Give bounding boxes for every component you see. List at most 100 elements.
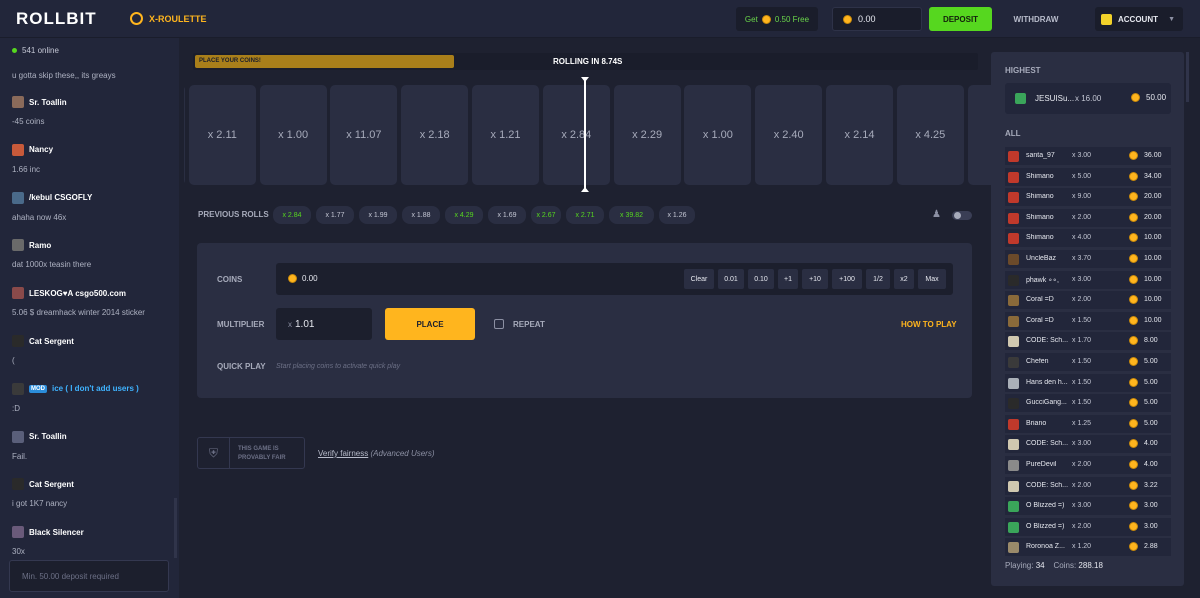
bet-row: Shimano x 2.00 20.00 [1005, 208, 1171, 227]
deposit-button[interactable]: DEPOSIT [929, 7, 992, 31]
bet-row: santa_97 x 3.00 36.00 [1005, 147, 1171, 165]
chat-username[interactable]: Cat Sergent [29, 480, 74, 489]
coin-icon [1129, 418, 1138, 428]
coin-icon [1129, 171, 1138, 181]
fair-line-1: THIS GAME IS [238, 446, 279, 452]
bet-mult: x 3.00 [1072, 152, 1092, 159]
chat-username[interactable]: Black Silencer [29, 528, 84, 537]
bets-scrollbar[interactable] [1186, 52, 1189, 102]
chat-message-text: 1.66 inc [12, 164, 41, 174]
bet-row: Shimano x 9.00 20.00 [1005, 188, 1171, 207]
chat-username[interactable]: Nancy [29, 145, 53, 154]
coin-icon [1129, 357, 1138, 366]
chat-username[interactable]: Ramo [29, 241, 51, 250]
quick-amount-button[interactable]: 1/2 [866, 269, 890, 289]
quick-amount-button[interactable]: +1 [778, 269, 798, 289]
bets-footer: Playing: 34 Coins: 288.18 [1005, 561, 1103, 570]
bet-coins: 4.00 [1129, 460, 1158, 469]
coins-input[interactable]: 0.00 Clear 0.01 0.10 +1 +10 +100 1/2 x2 Max [276, 263, 953, 295]
total-coins: 288.18 [1078, 561, 1103, 570]
highest-label: HIGHEST [1005, 66, 1041, 75]
free-coins-button[interactable]: Get 0.50 Free [736, 7, 818, 31]
bet-coins: 5.00 [1129, 377, 1158, 387]
bet-mult: x 4.00 [1072, 234, 1092, 242]
previous-roll-chip: x 1.99 [359, 206, 397, 224]
bet-row: Coral =D x 2.00 10.00 [1005, 291, 1171, 310]
bet-coins-value: 5.00 [1144, 378, 1158, 386]
multiplier-prefix: x [288, 319, 292, 329]
avatar [1008, 274, 1019, 286]
verify-fairness-link[interactable]: Verify fairness [318, 449, 368, 458]
roll-tile: x 2.40 [755, 85, 823, 185]
quick-amount-button[interactable]: x2 [894, 269, 914, 289]
bet-user: Roronoa Z... [1026, 543, 1065, 551]
chat-message-text: 5.06 $ dreamhack winter 2014 sticker [12, 308, 145, 318]
repeat-checkbox[interactable] [494, 319, 504, 329]
chevron-down-icon: ▼ [1168, 15, 1175, 23]
game-title: X-ROULETTE [149, 13, 207, 24]
bet-coins-value: 34.00 [1144, 172, 1162, 180]
chat-message-text: ahaha now 46x [12, 212, 67, 222]
avatar [12, 96, 24, 108]
quick-amount-button[interactable]: 0.10 [748, 269, 774, 289]
chat-message: MOD ice ( I don't add users ):D [12, 382, 139, 413]
bet-mult: x 1.50 [1072, 399, 1092, 407]
multiplier-input[interactable]: x 1.01 [276, 308, 372, 340]
bet-user: CODE: Sch... [1026, 440, 1069, 448]
chat-username[interactable]: Sr. Toallin [29, 432, 67, 441]
quick-amount-button[interactable]: Clear [684, 269, 714, 289]
rollbit-logo[interactable]: ROLLBIT [16, 9, 97, 29]
bet-coins-value: 5.00 [1144, 399, 1158, 407]
avatar [1008, 418, 1019, 430]
account-button[interactable]: ACCOUNT ▼ [1095, 7, 1183, 31]
bet-mult: x 2.00 [1072, 296, 1092, 304]
chat-message-header: Black Silencer [12, 526, 84, 539]
previous-roll-chip: x 2.84 [273, 206, 311, 224]
bet-user: Shimano [1026, 213, 1054, 221]
coin-icon [1129, 192, 1138, 202]
withdraw-button[interactable]: WITHDRAW [1003, 7, 1069, 31]
bet-mult: x 1.25 [1072, 419, 1092, 427]
bet-coins-value: 20.00 [1144, 213, 1162, 221]
chat-username[interactable]: Sr. Toallin [29, 98, 67, 107]
roll-tile: x 2.11 [188, 85, 256, 185]
chat-username[interactable]: LESKOG♥A csgo500.com [29, 289, 126, 298]
chat-message-text: dat 1000x teasin there [12, 260, 92, 270]
multiplier-value: 1.01 [295, 318, 315, 330]
chat-scrollbar[interactable] [174, 498, 177, 558]
bet-coins-value: 5.00 [1144, 358, 1158, 365]
bet-coins: 5.00 [1129, 398, 1158, 408]
quick-amount-button[interactable]: +10 [802, 269, 828, 289]
game-selector[interactable]: X-ROULETTE [130, 12, 207, 25]
shield-icon: ⛨ [198, 438, 230, 468]
previous-roll-chip: x 1.88 [402, 206, 440, 224]
chat-username[interactable]: Cat Sergent [29, 337, 74, 346]
quick-amount-button[interactable]: +100 [832, 269, 862, 289]
quick-amount-button[interactable]: 0.01 [718, 269, 744, 289]
bet-row: Hans den h... x 1.50 5.00 [1005, 373, 1171, 392]
chat-message: Ramo dat 1000x teasin there [12, 239, 91, 269]
place-button[interactable]: PLACE [385, 308, 475, 340]
animation-toggle[interactable] [952, 211, 972, 220]
how-to-play-link[interactable]: HOW TO PLAY [901, 320, 957, 329]
coins-value: 0.00 [302, 274, 318, 283]
quick-amount-button[interactable]: Max [918, 269, 946, 289]
chat-username[interactable]: /kebul CSGOFLY [29, 193, 92, 202]
bet-row: Coral =D x 1.50 10.00 [1005, 311, 1171, 330]
bet-coins-value: 36.00 [1144, 152, 1162, 159]
chat-input[interactable]: Min. 50.00 deposit required [9, 560, 169, 592]
bet-user: O Blizzed =) [1026, 502, 1065, 510]
bet-mult: x 1.50 [1072, 316, 1092, 324]
coin-icon [1129, 336, 1138, 346]
bet-coins-value: 3.22 [1144, 481, 1158, 489]
avatar [1008, 460, 1019, 471]
bet-coins: 50.00 [1146, 93, 1167, 102]
gear-icon [130, 12, 143, 25]
verify-fairness: Verify fairness (Advanced Users) [318, 449, 435, 458]
bet-coins-value: 10.00 [1144, 316, 1162, 324]
coin-icon [1131, 93, 1140, 102]
bet-coins: 3.00 [1129, 501, 1158, 511]
bet-coins-value: 10.00 [1144, 275, 1162, 283]
rolling-timer: ROLLING IN 8.74S [553, 57, 623, 66]
chat-username[interactable]: ice ( I don't add users ) [52, 384, 139, 393]
